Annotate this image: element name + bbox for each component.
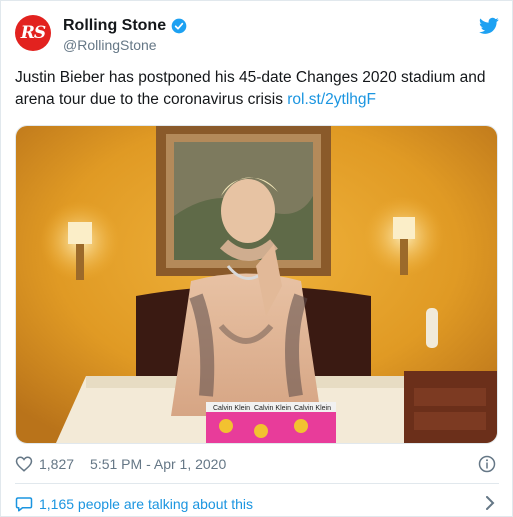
tweet-card: RS Rolling Stone @RollingStone Justin Bi… [0,0,513,517]
tweet-body: Justin Bieber has postponed his 45-date … [15,69,486,108]
conversation-link[interactable]: 1,165 people are talking about this [15,493,499,515]
tweet-photo[interactable]: Calvin Klein Calvin Klein Calvin Klein [15,125,498,444]
chevron-right-icon [486,496,495,510]
waistband-label-3: Calvin Klein [294,405,331,412]
waistband-label-2: Calvin Klein [254,405,291,412]
timestamp[interactable]: 5:51 PM - Apr 1, 2020 [90,456,226,472]
tweet-footer: 1,827 5:51 PM - Apr 1, 2020 [15,453,499,475]
photo-illustration: Calvin Klein Calvin Klein Calvin Klein [16,126,497,443]
avatar-logo-text: RS [20,23,46,43]
tweet-text: Justin Bieber has postponed his 45-date … [15,67,499,111]
avatar[interactable]: RS [15,15,51,51]
heart-icon[interactable] [15,455,33,473]
divider [15,483,499,484]
verified-badge-icon [171,18,187,34]
like-count: 1,827 [39,456,75,472]
info-icon[interactable] [478,455,496,473]
user-handle[interactable]: @RollingStone [63,37,157,53]
tweet-header: RS Rolling Stone @RollingStone [15,15,499,57]
name-row: Rolling Stone [63,17,187,35]
twitter-bird-icon[interactable] [479,17,499,35]
conversation-text: 1,165 people are talking about this [39,496,254,512]
waistband-label-1: Calvin Klein [213,405,250,412]
speech-bubble-icon [15,497,33,512]
tweet-link[interactable]: rol.st/2ytlhgF [287,91,376,108]
display-name[interactable]: Rolling Stone [63,17,166,35]
